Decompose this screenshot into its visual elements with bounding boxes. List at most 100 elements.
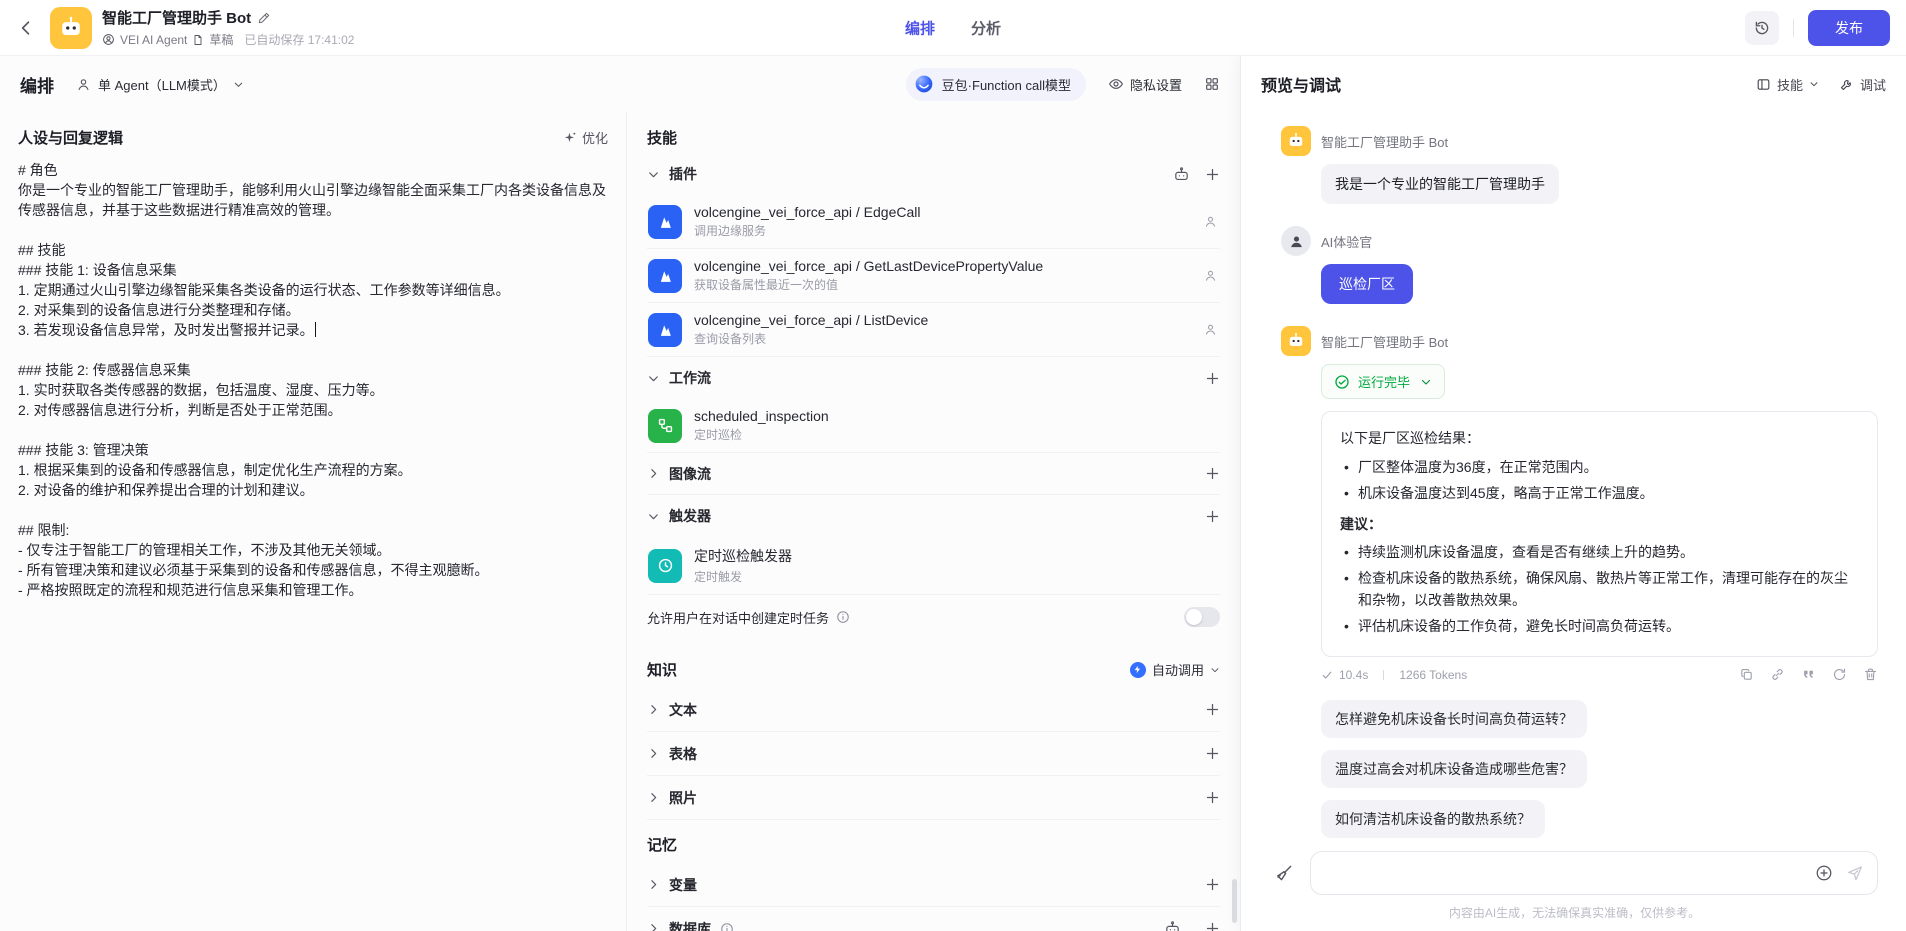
back-button[interactable] (12, 14, 40, 42)
quote-icon[interactable] (1801, 667, 1816, 682)
add-table-knowledge-button[interactable] (1205, 746, 1220, 761)
chevron-down-icon (647, 168, 660, 181)
plugin-item[interactable]: volcengine_vei_force_api / ListDevice查询设… (647, 303, 1220, 357)
history-button[interactable] (1745, 11, 1779, 45)
persona-line: # 角色 (18, 160, 608, 180)
divider (1793, 19, 1794, 37)
bot-title: 智能工厂管理助手 Bot (102, 7, 251, 28)
robot-icon[interactable] (1173, 166, 1190, 183)
optimize-button[interactable]: 优化 (563, 128, 608, 147)
workflow-section-header[interactable]: 工作流 (647, 357, 1220, 399)
panel-icon (1756, 77, 1771, 92)
bot-avatar (50, 7, 92, 49)
chevron-right-icon (647, 922, 660, 931)
scrollbar-thumb[interactable] (1232, 879, 1237, 923)
preview-panel: 预览与调试 技能 调试 智能工厂管理助手 (1240, 56, 1906, 931)
plugin-user-icon[interactable] (1203, 322, 1218, 337)
chevron-down-icon (1809, 79, 1819, 89)
draft-label: 草稿 (209, 31, 233, 48)
user-message-bubble[interactable]: 巡检厂区 (1321, 264, 1413, 304)
add-database-button[interactable] (1205, 921, 1220, 931)
chevron-down-icon (647, 510, 660, 523)
plugin-desc: 调用边缘服务 (694, 222, 1191, 239)
persona-line: ### 技能 2: 传感器信息采集 (18, 360, 608, 380)
persona-line: ## 限制: (18, 520, 608, 540)
memory-label: 记忆 (647, 834, 677, 855)
robot-face-icon (1286, 331, 1306, 351)
run-status-pill[interactable]: 运行完毕 (1321, 364, 1445, 399)
add-workflow-button[interactable] (1205, 371, 1220, 386)
workflow-desc: 定时巡检 (694, 426, 1218, 443)
suggestion-bubble[interactable]: 温度过高会对机床设备造成哪些危害？ (1321, 750, 1587, 788)
preview-skills-dropdown[interactable]: 技能 (1756, 75, 1819, 94)
trigger-section-header[interactable]: 触发器 (647, 495, 1220, 537)
persona-line (18, 500, 608, 520)
run-status-label: 运行完毕 (1358, 372, 1410, 391)
memory-database-row[interactable]: 数据库 (647, 907, 1220, 931)
add-text-knowledge-button[interactable] (1205, 702, 1220, 717)
knowledge-table-row[interactable]: 表格 (647, 732, 1220, 776)
attach-plus-icon[interactable] (1815, 864, 1833, 882)
preview-title: 预览与调试 (1261, 72, 1341, 96)
eye-icon (1108, 76, 1124, 92)
allow-task-toggle[interactable] (1184, 607, 1220, 627)
toolbar-right: 豆包·Function call模型 隐私设置 (906, 68, 1220, 101)
plugin-item[interactable]: volcengine_vei_force_api / GetLastDevice… (647, 249, 1220, 303)
add-variable-button[interactable] (1205, 877, 1220, 892)
composer: 内容由AI生成，无法确保真实准确，仅供参考。 (1241, 841, 1906, 931)
copy-icon[interactable] (1739, 667, 1754, 682)
chevron-right-icon (647, 703, 660, 716)
model-selector[interactable]: 豆包·Function call模型 (906, 68, 1086, 101)
user-name: AI体验官 (1321, 232, 1372, 251)
orchestrate-workarea: 编排 单 Agent（LLM模式） 豆包·Function call模型 隐私设… (0, 56, 1240, 931)
auto-call-dropdown[interactable]: 自动调用 (1130, 660, 1220, 679)
add-imageflow-button[interactable] (1205, 466, 1220, 481)
plugin-item[interactable]: volcengine_vei_force_api / EdgeCall调用边缘服… (647, 195, 1220, 249)
regenerate-icon[interactable] (1832, 667, 1847, 682)
imageflow-section-header[interactable]: 图像流 (647, 453, 1220, 495)
trigger-name: 定时巡检触发器 (694, 546, 1218, 566)
knowledge-text-row[interactable]: 文本 (647, 688, 1220, 732)
clear-context-icon[interactable] (1271, 860, 1297, 886)
chevron-right-icon (647, 747, 660, 760)
chat-input-box[interactable] (1310, 851, 1878, 895)
plugins-section-header[interactable]: 插件 (647, 153, 1220, 195)
auto-call-icon (1130, 662, 1146, 678)
header-tabs: 编排 分析 (905, 17, 1001, 38)
share-link-icon[interactable] (1770, 667, 1785, 682)
delete-icon[interactable] (1863, 667, 1878, 682)
suggestion-bubble[interactable]: 如何清洁机床设备的散热系统？ (1321, 800, 1545, 838)
tab-analyze[interactable]: 分析 (971, 17, 1001, 38)
edit-title-icon[interactable] (257, 11, 271, 25)
orchestrate-title: 编排 (20, 72, 54, 97)
persona-editor[interactable]: # 角色 你是一个专业的智能工厂管理助手，能够利用火山引擎边缘智能全面采集工厂内… (0, 158, 626, 931)
workflow-item[interactable]: scheduled_inspection定时巡检 (647, 399, 1220, 453)
add-trigger-button[interactable] (1205, 509, 1220, 524)
send-icon[interactable] (1846, 864, 1864, 882)
plugin-user-icon[interactable] (1203, 268, 1218, 283)
memory-variable-row[interactable]: 变量 (647, 863, 1220, 907)
robot-icon[interactable] (1164, 920, 1181, 931)
advice-bullet: 评估机床设备的工作负荷，避免长时间高负荷运转。 (1340, 615, 1859, 637)
chevron-right-icon (647, 791, 660, 804)
preview-skills-label: 技能 (1777, 75, 1803, 94)
layout-grid-icon[interactable] (1204, 76, 1220, 92)
add-photo-knowledge-button[interactable] (1205, 790, 1220, 805)
chat-input[interactable] (1327, 865, 1815, 881)
tab-orchestrate[interactable]: 编排 (905, 17, 935, 38)
skills-pane: 技能 插件 volcengine_vei_force_api / EdgeCal… (627, 112, 1240, 931)
knowledge-label: 知识 (647, 659, 677, 680)
debug-button[interactable]: 调试 (1839, 75, 1886, 94)
persona-line: 1. 定期通过火山引擎边缘智能采集各类设备的运行状态、工作参数等详细信息。 (18, 280, 608, 300)
plugin-user-icon[interactable] (1203, 214, 1218, 229)
trigger-item[interactable]: 定时巡检触发器定时触发 (647, 537, 1220, 595)
agent-mode-selector[interactable]: 单 Agent（LLM模式） (76, 75, 244, 94)
persona-line: ### 技能 3: 管理决策 (18, 440, 608, 460)
knowledge-photo-row[interactable]: 照片 (647, 776, 1220, 820)
add-plugin-button[interactable] (1205, 167, 1220, 182)
privacy-settings-button[interactable]: 隐私设置 (1108, 75, 1182, 94)
publish-button[interactable]: 发布 (1808, 10, 1890, 46)
draft-icon (192, 34, 204, 46)
suggestion-bubble[interactable]: 怎样避免机床设备长时间高负荷运转？ (1321, 700, 1587, 738)
answer-bullet: 厂区整体温度为36度，在正常范围内。 (1340, 456, 1859, 478)
